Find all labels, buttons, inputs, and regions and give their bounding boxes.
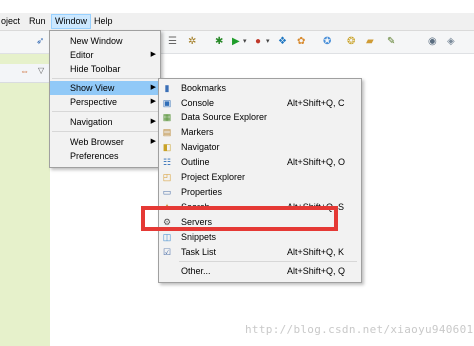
menu-item-properties[interactable]: ▭ Properties bbox=[159, 185, 361, 199]
java-perspective-icon[interactable]: ◈ bbox=[447, 35, 455, 49]
markers-icon: ▤ bbox=[162, 127, 172, 137]
properties-icon: ▭ bbox=[162, 187, 172, 197]
menu-item-task-list[interactable]: ☑ Task List Alt+Shift+Q, K bbox=[159, 245, 361, 259]
menu-item-console[interactable]: ▣ Console Alt+Shift+Q, C bbox=[159, 96, 361, 110]
perspective-icon[interactable]: ◉ bbox=[428, 35, 437, 49]
debug-run-icon[interactable]: ✱ bbox=[215, 35, 223, 49]
menu-item-data-source-explorer[interactable]: ▦ Data Source Explorer bbox=[159, 110, 361, 124]
watermark: http://blog.csdn.net/xiaoyu940601 bbox=[245, 323, 474, 336]
separator bbox=[52, 131, 158, 132]
menu-item-snippets[interactable]: ◫ Snippets bbox=[159, 230, 361, 244]
new-java-project-icon[interactable]: ❖ bbox=[278, 35, 287, 49]
package-explorer-panel bbox=[0, 54, 50, 346]
open-type-icon[interactable]: ❂ bbox=[347, 35, 355, 49]
menu-window[interactable]: Window bbox=[51, 14, 92, 29]
menu-item-editor[interactable]: Editor ▶ bbox=[50, 48, 160, 62]
menu-item-web-browser[interactable]: Web Browser ▶ bbox=[50, 135, 160, 149]
menu-run[interactable]: Run bbox=[26, 15, 49, 28]
menu-item-hide-toolbar[interactable]: Hide Toolbar bbox=[50, 62, 160, 76]
run-icon[interactable]: ▶ bbox=[232, 35, 240, 49]
navigator-icon: ◧ bbox=[162, 142, 172, 152]
show-view-menu: ▮ Bookmarks ▣ Console Alt+Shift+Q, C ▦ D… bbox=[158, 78, 362, 283]
menu-item-project-explorer[interactable]: ◰ Project Explorer bbox=[159, 170, 361, 184]
new-package-icon[interactable]: ✿ bbox=[297, 35, 305, 49]
menu-bar: oject Run Window Help bbox=[0, 13, 474, 31]
menu-item-navigation[interactable]: Navigation ▶ bbox=[50, 115, 160, 129]
separator bbox=[52, 111, 158, 112]
collapse-icon[interactable]: ⇔ bbox=[20, 66, 29, 76]
run-dropdown-icon[interactable]: ▾ bbox=[243, 35, 247, 49]
console-icon: ▣ bbox=[162, 98, 172, 108]
pointer-icon[interactable]: ➶ bbox=[36, 35, 44, 49]
project-explorer-icon: ◰ bbox=[162, 172, 172, 182]
menu-help[interactable]: Help bbox=[91, 15, 116, 28]
search-tool-icon[interactable]: ✎ bbox=[387, 35, 395, 49]
open-folder-icon[interactable]: ▰ bbox=[366, 35, 374, 49]
menu-item-markers[interactable]: ▤ Markers bbox=[159, 125, 361, 139]
separator bbox=[179, 261, 357, 262]
menu-item-other[interactable]: Other... Alt+Shift+Q, Q bbox=[159, 264, 361, 278]
separator bbox=[52, 78, 158, 79]
chevron-right-icon: ▶ bbox=[150, 98, 156, 105]
debug-icon[interactable]: ✲ bbox=[188, 35, 196, 49]
outline-icon: ☷ bbox=[162, 157, 172, 167]
menu-item-preferences[interactable]: Preferences bbox=[50, 149, 160, 163]
database-icon: ▦ bbox=[162, 112, 172, 122]
task-icon[interactable]: ☰ bbox=[168, 35, 177, 49]
chevron-right-icon: ▶ bbox=[150, 51, 156, 58]
chevron-right-icon: ▶ bbox=[150, 138, 156, 145]
window-menu: New Window Editor ▶ Hide Toolbar Show Vi… bbox=[49, 30, 161, 168]
task-list-icon: ☑ bbox=[162, 247, 172, 257]
new-class-icon[interactable]: ✪ bbox=[323, 35, 331, 49]
menu-item-navigator[interactable]: ◧ Navigator bbox=[159, 140, 361, 154]
snippets-icon: ◫ bbox=[162, 232, 172, 242]
menu-item-perspective[interactable]: Perspective ▶ bbox=[50, 95, 160, 109]
menu-item-new-window[interactable]: New Window bbox=[50, 34, 160, 48]
external-tools-dropdown-icon[interactable]: ▾ bbox=[266, 35, 270, 49]
servers-highlight-box bbox=[141, 206, 338, 231]
chevron-right-icon: ▶ bbox=[150, 118, 156, 125]
chevron-right-icon: ▶ bbox=[150, 84, 156, 91]
menu-item-show-view[interactable]: Show View ▶ bbox=[50, 81, 160, 95]
left-panel-toolbar: ⇔ ▽ bbox=[0, 64, 50, 83]
menu-item-bookmarks[interactable]: ▮ Bookmarks bbox=[159, 81, 361, 95]
bookmark-icon: ▮ bbox=[164, 83, 170, 93]
external-tools-icon[interactable]: ● bbox=[255, 35, 261, 49]
menu-item-outline[interactable]: ☷ Outline Alt+Shift+Q, O bbox=[159, 155, 361, 169]
menu-project[interactable]: oject bbox=[0, 15, 23, 28]
view-menu-icon[interactable]: ▽ bbox=[38, 66, 44, 75]
